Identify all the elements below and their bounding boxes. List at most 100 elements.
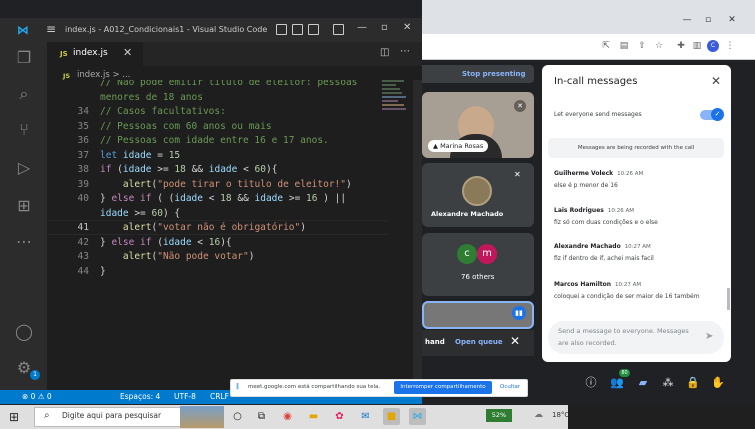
minimize-icon[interactable]: —: [679, 14, 695, 26]
run-debug-icon[interactable]: ▷: [12, 156, 36, 180]
indentation-indicator[interactable]: Espaços: 4: [120, 392, 160, 401]
close-tab-icon[interactable]: ✕: [123, 46, 132, 59]
toggle-sidebar-icon[interactable]: [276, 24, 287, 35]
breadcrumb[interactable]: index.js > ...: [77, 70, 130, 80]
activities-icon[interactable]: ⁂: [661, 376, 675, 390]
cast-icon[interactable]: ⇱: [600, 40, 612, 52]
extensions-icon[interactable]: ⊞: [12, 194, 36, 218]
editor-scrollbar[interactable]: [413, 80, 422, 380]
code-line[interactable]: // Pessoas com 60 anos ou mais: [100, 121, 272, 132]
code-line[interactable]: // Pessoas com idade entre 16 e 17 anos.: [100, 135, 329, 146]
app-icon[interactable]: ✿: [331, 408, 348, 425]
code-line[interactable]: }: [100, 266, 106, 277]
update-badge: 1: [30, 370, 40, 380]
search-icon[interactable]: ⌕: [12, 82, 36, 106]
chat-scrollbar[interactable]: [727, 288, 730, 310]
menu-dots-icon[interactable]: ⋮: [724, 40, 736, 52]
raised-hand-label: hand: [425, 338, 445, 346]
code-editor[interactable]: // Não pode emitir título de eleitor: pe…: [47, 80, 387, 285]
line-number: 40: [77, 193, 89, 204]
vscode-taskbar-icon[interactable]: ⋈: [409, 408, 426, 425]
more-actions-icon[interactable]: ⋯: [400, 46, 410, 57]
menu-icon[interactable]: ≡: [46, 22, 56, 36]
system-tray: [568, 405, 755, 429]
task-view-icon[interactable]: ⧉: [253, 408, 270, 425]
code-line[interactable]: alert("votar não é obrigatório"): [100, 222, 306, 233]
message-time: 10:26 AM: [617, 171, 644, 177]
code-line[interactable]: menores de 18 anos: [100, 92, 203, 103]
close-window-icon[interactable]: ✕: [403, 22, 411, 33]
share-icon[interactable]: ⇪: [636, 40, 648, 52]
stop-presenting-button[interactable]: Stop presenting: [462, 70, 526, 78]
weather-icon: ☁: [534, 410, 543, 420]
vscode-logo-icon: ⋈: [17, 23, 29, 37]
file-explorer-icon[interactable]: ▬: [305, 408, 322, 425]
explorer-icon[interactable]: ❐: [12, 46, 36, 70]
problems-indicator[interactable]: ⊗ 0 ⚠ 0: [22, 392, 52, 401]
mail-icon[interactable]: ✉: [357, 408, 374, 425]
open-queue-button[interactable]: Open queue: [455, 338, 503, 346]
participant-name: Alexandre Machado: [431, 210, 504, 218]
split-editor-icon[interactable]: ◫: [380, 47, 389, 58]
customize-layout-icon[interactable]: [333, 24, 344, 35]
raise-hand-icon[interactable]: ✋: [711, 376, 725, 390]
code-line[interactable]: idade >= 60) {: [100, 208, 180, 219]
eol-indicator[interactable]: CRLF: [210, 392, 229, 401]
translate-icon[interactable]: ▤: [618, 40, 630, 52]
message-author: Marcos Hamilton: [554, 281, 612, 288]
sticky-notes-icon[interactable]: ■: [383, 408, 400, 425]
chat-message: Lais Rodrigues 10:26 AM fiz só com duas c…: [554, 207, 658, 226]
restore-icon[interactable]: ▫: [381, 22, 388, 33]
participant-tile-others[interactable]: [422, 233, 534, 296]
send-icon[interactable]: ➤: [705, 331, 713, 342]
account-icon[interactable]: ◯: [12, 320, 36, 344]
code-line[interactable]: // Não pode emitir título de eleitor: pe…: [100, 80, 357, 88]
check-icon[interactable]: ✓: [711, 108, 724, 121]
line-number: 42: [77, 236, 89, 248]
host-controls-icon[interactable]: 🔒: [686, 376, 700, 390]
chrome-icon[interactable]: ◉: [279, 408, 296, 425]
message-time: 10:27 AM: [615, 282, 642, 288]
code-line[interactable]: if (idade >= 18 && idade < 60){: [100, 164, 277, 175]
sidebar-icon[interactable]: ▥: [691, 40, 703, 52]
close-window-icon[interactable]: ✕: [724, 14, 740, 26]
code-line[interactable]: } else if ( (idade < 18 && idade >= 16 )…: [100, 193, 346, 204]
hide-notice-button[interactable]: Ocultar: [500, 384, 520, 390]
minimize-icon[interactable]: —: [357, 22, 367, 33]
info-icon[interactable]: ⓘ: [584, 376, 598, 390]
code-line[interactable]: let idade = 15: [100, 150, 180, 161]
toggle-panel-icon[interactable]: [292, 24, 303, 35]
others-count-label: 76 others: [461, 273, 495, 281]
code-line[interactable]: // Casos facultativos:: [100, 106, 226, 117]
share-notice-text: meet.google.com está compartilhando sua …: [248, 384, 381, 390]
source-control-icon[interactable]: ⑂: [12, 118, 36, 142]
star-icon[interactable]: ☆: [653, 40, 665, 52]
extensions-icon[interactable]: ✚: [675, 40, 687, 52]
more-icon[interactable]: ⋯: [12, 230, 36, 254]
recorded-notice: Messages are being recorded with the cal…: [548, 138, 724, 158]
participant-name: Marina Rosas: [440, 142, 484, 150]
chat-message: Marcos Hamilton 10:27 AM coloquei a condi…: [554, 281, 700, 300]
address-bar[interactable]: [422, 34, 755, 60]
code-line[interactable]: } else if (idade < 16){: [100, 237, 232, 248]
close-icon[interactable]: ✕: [510, 334, 520, 348]
code-line[interactable]: alert("Não pode votar"): [100, 251, 255, 262]
battery-indicator[interactable]: 52%: [486, 409, 512, 422]
windows-start-icon[interactable]: ⊞: [9, 411, 21, 423]
message-time: 10:26 AM: [607, 208, 634, 214]
close-chat-icon[interactable]: ✕: [711, 74, 721, 88]
encoding-indicator[interactable]: UTF-8: [174, 392, 196, 401]
toggle-secondary-sidebar-icon[interactable]: [308, 24, 319, 35]
message-text: fiz só com duas condições e o else: [554, 219, 658, 226]
pause-icon: ‖: [236, 383, 239, 390]
stop-sharing-button[interactable]: Interromper compartilhamento: [394, 381, 492, 394]
maximize-icon[interactable]: ▫: [700, 14, 716, 26]
window-title: index.js - A012_Condicionais1 - Visual S…: [65, 25, 268, 34]
profile-avatar[interactable]: C: [707, 40, 719, 52]
minimap[interactable]: [382, 80, 412, 120]
chat-icon[interactable]: ▰: [636, 376, 650, 390]
cortana-icon[interactable]: ○: [229, 408, 246, 425]
mic-muted-icon: ✕: [514, 100, 526, 112]
people-icon[interactable]: 👥: [610, 376, 624, 390]
code-line[interactable]: alert("pode tirar o titulo de eleitor!"): [100, 179, 352, 190]
